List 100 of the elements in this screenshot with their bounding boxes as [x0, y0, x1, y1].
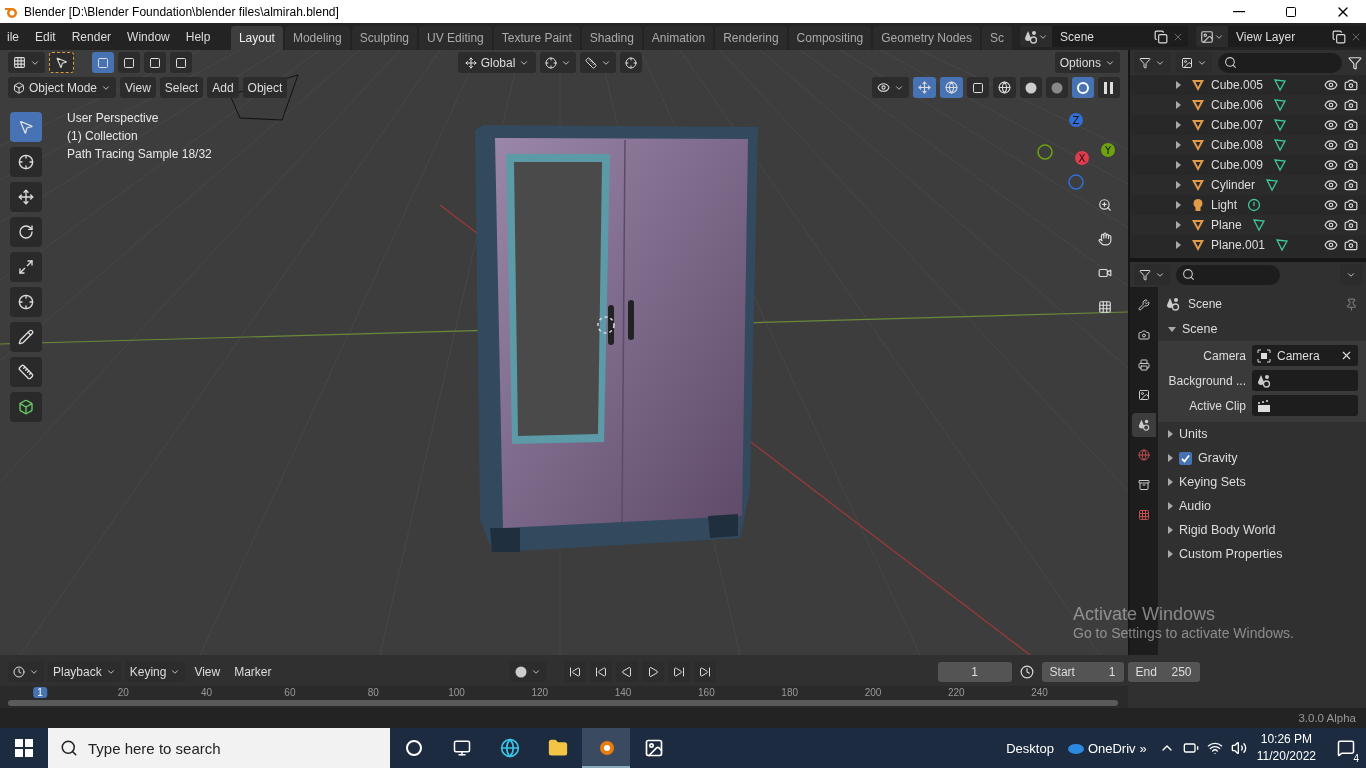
timeline-menu[interactable]: View: [189, 661, 226, 682]
select-mode-button[interactable]: [118, 52, 140, 73]
material-sphere-icon: [1051, 81, 1063, 94]
pivot-dropdown[interactable]: [540, 52, 576, 73]
toolbar-overflow[interactable]: »: [1139, 740, 1147, 756]
measure-tool[interactable]: [10, 357, 42, 387]
start-frame-field[interactable]: Start 1: [1041, 661, 1124, 682]
viewport-menu[interactable]: Object: [242, 77, 288, 98]
axes-icon: [464, 56, 477, 69]
rendered-shading-button[interactable]: [1072, 77, 1094, 98]
viewport-menu[interactable]: Add: [207, 77, 239, 98]
end-frame-field[interactable]: End 250: [1127, 661, 1200, 682]
record-button[interactable]: [509, 661, 546, 682]
timeline-menu[interactable]: Keying: [124, 661, 186, 682]
search-field[interactable]: [1176, 264, 1280, 285]
next-key-button[interactable]: [667, 661, 690, 682]
select-mode-button[interactable]: [170, 52, 192, 73]
current-frame-field[interactable]: 1: [937, 661, 1012, 682]
options-dropdown[interactable]: Options: [1054, 52, 1120, 73]
menu-item[interactable]: Help: [178, 29, 218, 44]
workspace-tab[interactable]: Shading: [581, 26, 642, 50]
scene-tab[interactable]: [1132, 413, 1156, 437]
pause-render-button[interactable]: [1098, 77, 1120, 98]
menu-item[interactable]: ile: [0, 29, 26, 44]
workspace-tab[interactable]: Compositing: [788, 26, 872, 50]
workspace-tab[interactable]: Layout: [230, 26, 283, 50]
datablock-field[interactable]: [1252, 395, 1358, 416]
select-mode-button[interactable]: [92, 52, 114, 73]
proportional-edit-button[interactable]: [620, 52, 642, 73]
play-button[interactable]: [641, 661, 664, 682]
viewport-menu[interactable]: Select: [159, 77, 204, 98]
annotate-tool[interactable]: [10, 322, 42, 352]
jump-end-button[interactable]: [693, 661, 716, 682]
select-tool-button[interactable]: [49, 52, 74, 73]
desktop-toolbar[interactable]: Desktop: [1006, 740, 1054, 756]
eye-icon: [1324, 98, 1338, 112]
layers-button[interactable]: [1176, 52, 1212, 73]
wireframe-shading-button[interactable]: [993, 77, 1016, 98]
panel-header[interactable]: Audio: [1158, 494, 1366, 518]
scrollbar[interactable]: [8, 700, 1118, 706]
editor-type-button[interactable]: [1134, 264, 1170, 285]
material-shading-button[interactable]: [1046, 77, 1068, 98]
blender-taskbar-button[interactable]: [582, 728, 630, 768]
mesh-data-icon: [1273, 78, 1288, 92]
timeline-menu[interactable]: Playback: [48, 661, 121, 682]
solid-shading-button[interactable]: [1020, 77, 1042, 98]
panel-header[interactable]: Rigid Body World: [1158, 518, 1366, 542]
view-layer-selector[interactable]: View Layer: [1196, 26, 1366, 47]
select-box-tool[interactable]: [10, 112, 42, 142]
workspace-tab[interactable]: Animation: [643, 26, 714, 50]
workspace-tab[interactable]: UV Editing: [419, 26, 492, 50]
checkbox[interactable]: [1179, 451, 1192, 465]
taskbar-search-field[interactable]: Type here to search: [48, 728, 390, 768]
xray-toggle[interactable]: [967, 77, 989, 98]
zoom-icon: [1098, 196, 1112, 214]
scale-tool[interactable]: [10, 252, 42, 282]
viewport-menu[interactable]: View: [120, 77, 156, 98]
display-mode-button[interactable]: [1134, 52, 1170, 73]
prev-key-button[interactable]: [589, 661, 612, 682]
field-label: Background ...: [1167, 373, 1246, 388]
scale-icon: [18, 259, 34, 275]
workspace-tab[interactable]: Texture Paint: [493, 26, 580, 50]
mode-dropdown[interactable]: Object Mode: [8, 77, 117, 98]
clock-time[interactable]: 10:26 PM: [1260, 731, 1313, 748]
timeline-menu[interactable]: Marker: [229, 661, 277, 682]
workspace-tab[interactable]: Sc: [982, 26, 1012, 50]
datablock-field[interactable]: [1252, 370, 1358, 391]
workspace-tab[interactable]: Modeling: [284, 26, 350, 50]
orientation-dropdown[interactable]: Global: [458, 52, 536, 73]
select-mode-button[interactable]: [144, 52, 166, 73]
rotate-tool[interactable]: [10, 217, 42, 247]
panel-header[interactable]: Units: [1158, 422, 1366, 446]
workspace-tab[interactable]: Geometry Nodes: [873, 26, 980, 50]
onedrive-toolbar[interactable]: OneDriv: [1087, 740, 1136, 756]
visibility-dropdown[interactable]: [872, 77, 909, 98]
scene-selector[interactable]: Scene: [1020, 26, 1188, 47]
panel-header[interactable]: Scene: [1158, 317, 1366, 341]
play-reverse-button[interactable]: [615, 661, 638, 682]
gizmo-toggle[interactable]: [913, 77, 936, 98]
cloud-icon: [1065, 742, 1084, 754]
menu-item[interactable]: Window: [120, 29, 177, 44]
snap-button[interactable]: [580, 52, 616, 73]
clock-date[interactable]: 11/20/2022: [1256, 748, 1316, 765]
add-cube-tool[interactable]: [10, 392, 42, 422]
menu-item[interactable]: Render: [64, 29, 119, 44]
panel-header[interactable]: Gravity: [1158, 446, 1366, 470]
workspace-tab[interactable]: Rendering: [715, 26, 787, 50]
editor-type-button[interactable]: [8, 52, 45, 73]
jump-start-button[interactable]: [563, 661, 586, 682]
panel-header[interactable]: Custom Properties: [1158, 542, 1366, 566]
move-tool[interactable]: [10, 182, 42, 212]
workspace-tab[interactable]: Sculpting: [351, 26, 418, 50]
editor-type-button[interactable]: [8, 661, 44, 682]
datablock-field[interactable]: Camera: [1252, 345, 1358, 366]
search-field[interactable]: [1218, 52, 1342, 73]
overlay-toggle[interactable]: [940, 77, 963, 98]
transform-tool[interactable]: [10, 287, 42, 317]
cursor-tool[interactable]: [10, 147, 42, 177]
menu-item[interactable]: Edit: [28, 29, 63, 44]
panel-header[interactable]: Keying Sets: [1158, 470, 1366, 494]
